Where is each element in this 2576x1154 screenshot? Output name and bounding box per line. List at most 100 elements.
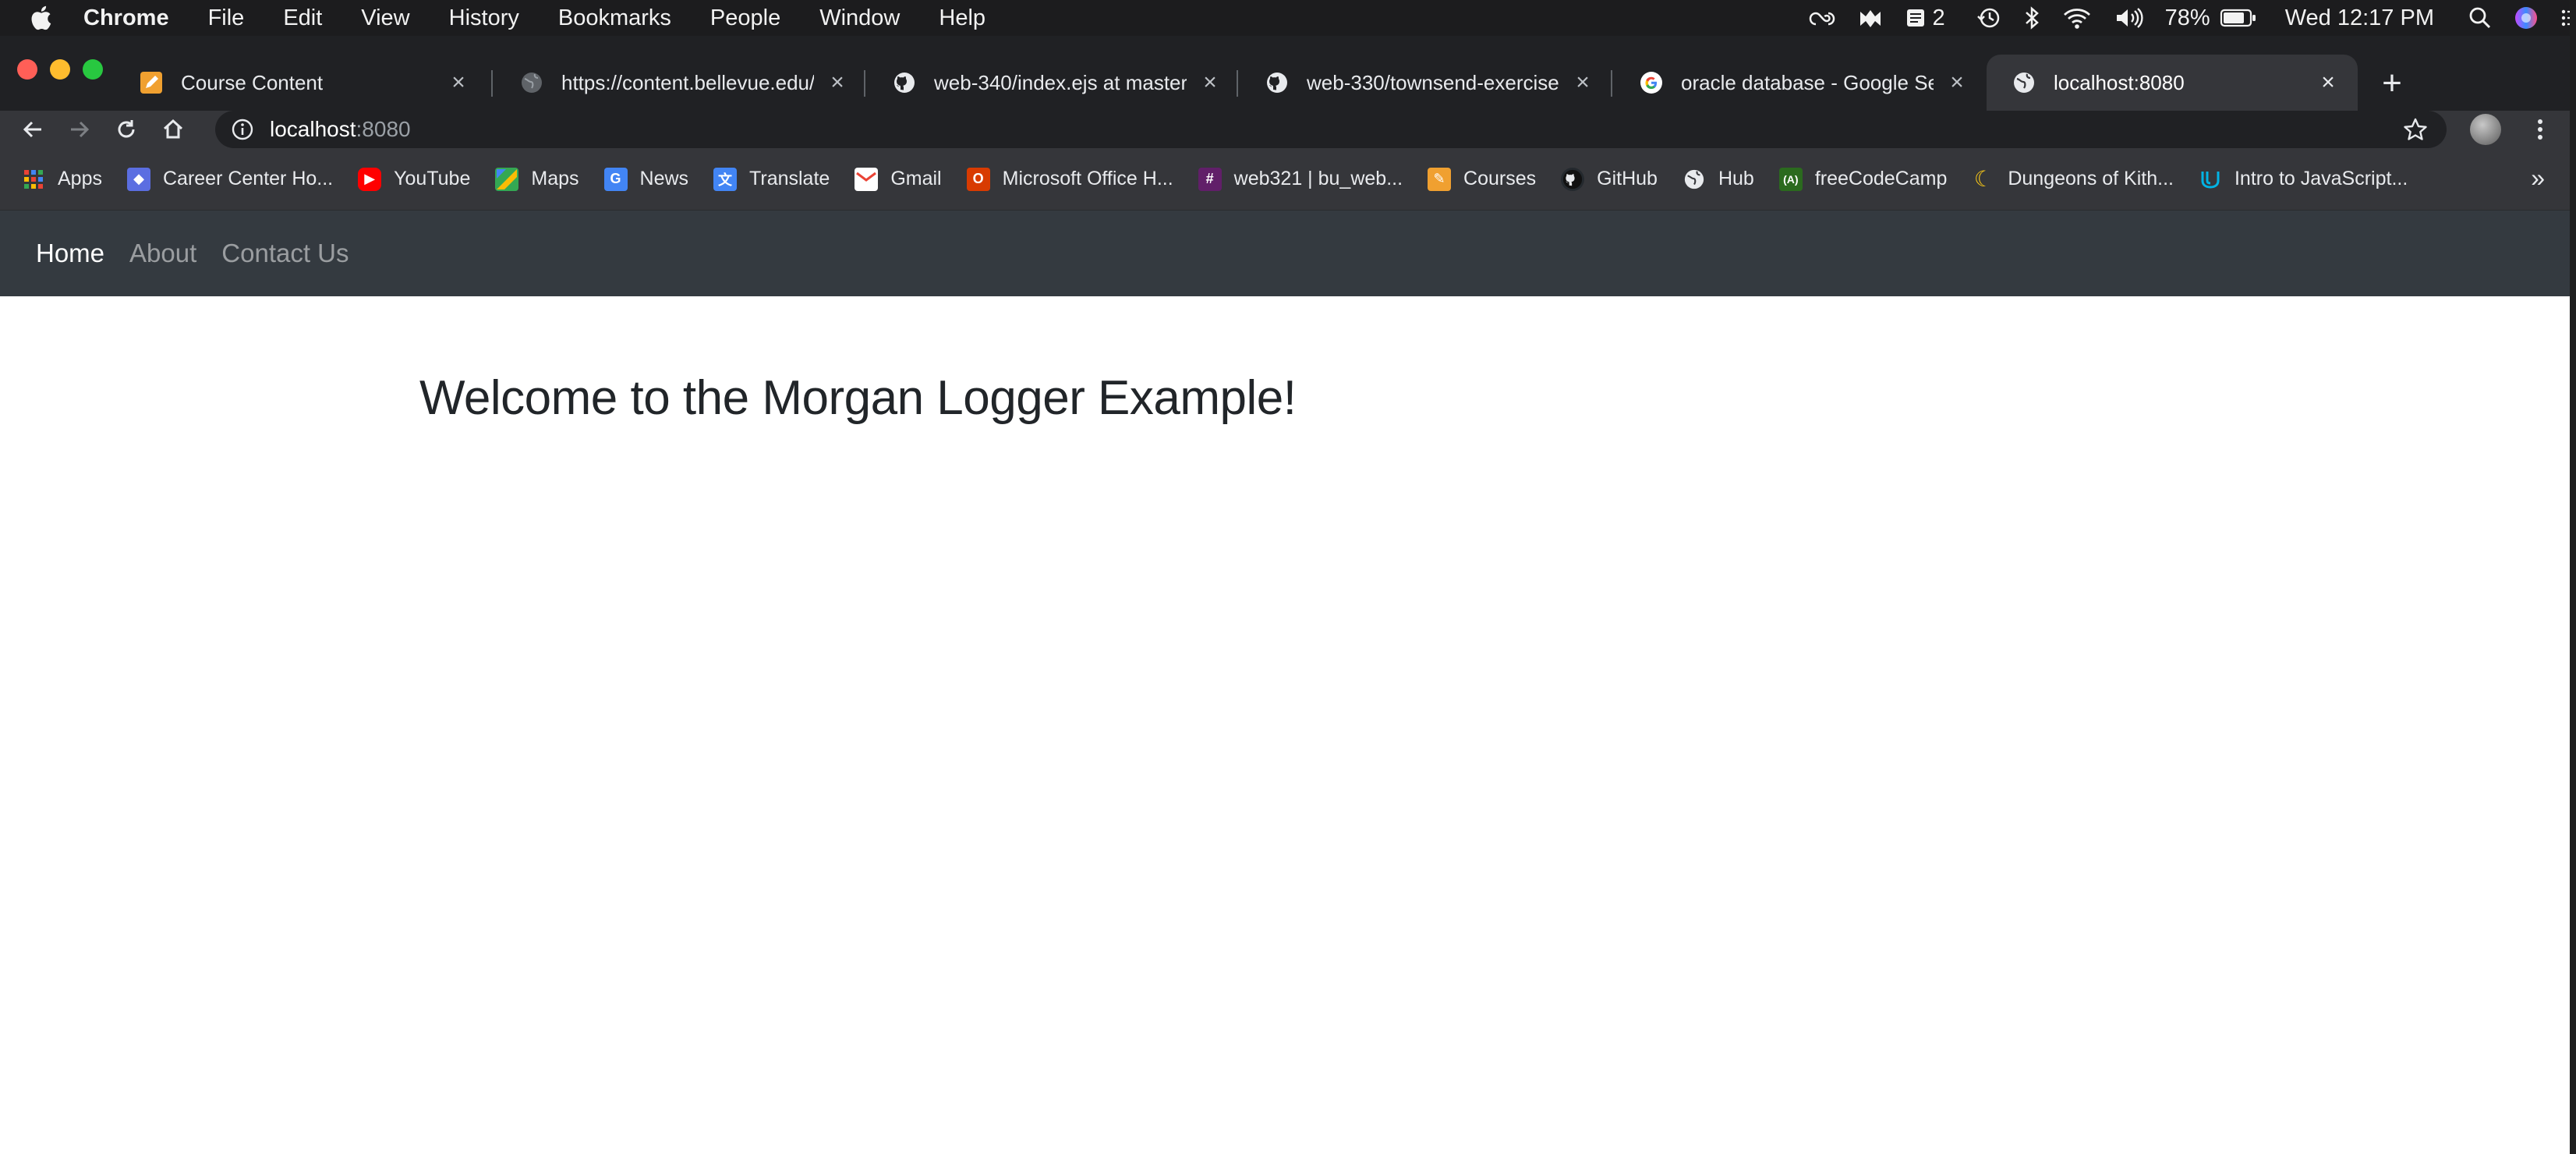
tab-title: Course Content: [181, 70, 324, 94]
back-button[interactable]: [9, 111, 56, 148]
bookmark-courses[interactable]: ✎ Courses: [1428, 167, 1537, 191]
bookmarks-overflow-button[interactable]: »: [2531, 164, 2545, 193]
bookmark-dungeons-of-kith[interactable]: ☾ Dungeons of Kith...: [1972, 167, 2174, 191]
web-page-viewport: Home About Contact Us Welcome to the Mor…: [0, 211, 2576, 1154]
site-info-icon[interactable]: [231, 118, 254, 141]
tab-course-content[interactable]: Course Content ×: [114, 55, 488, 111]
browser-tab-strip: Course Content × https://content.bellevu…: [0, 36, 2576, 111]
nav-link-home[interactable]: Home: [36, 239, 104, 268]
youtube-icon: ▶: [358, 167, 382, 191]
dungeons-icon: ☾: [1973, 167, 1994, 191]
bookmark-label: Microsoft Office H...: [1002, 168, 1173, 189]
new-tab-button[interactable]: +: [2378, 66, 2406, 101]
notes-badge-count: 2: [1932, 5, 1945, 30]
menu-app-chrome[interactable]: Chrome: [64, 0, 189, 36]
bookmark-intro-to-javascript[interactable]: Intro to JavaScript...: [2199, 168, 2408, 191]
reload-button[interactable]: [103, 111, 150, 148]
tab-title: web-340/index.ejs at master · c: [934, 70, 1187, 94]
address-bar[interactable]: localhost:8080: [215, 111, 2447, 148]
chrome-menu-icon[interactable]: [2526, 115, 2554, 143]
home-icon: [163, 119, 183, 139]
page-heading: Welcome to the Morgan Logger Example!: [419, 371, 1297, 425]
home-button[interactable]: [150, 111, 196, 148]
forward-button[interactable]: [56, 111, 103, 148]
notes-badge-icon[interactable]: 2: [1905, 5, 1955, 31]
tab-title: oracle database - Google Search: [1681, 70, 1934, 94]
url-port: :8080: [356, 117, 411, 141]
bookmark-maps[interactable]: Maps: [495, 167, 579, 191]
tab-bellevue-content[interactable]: https://content.bellevue.edu/cst ×: [494, 55, 867, 111]
bookmark-microsoft-office[interactable]: O Microsoft Office H...: [966, 167, 1173, 191]
bookmark-career-center[interactable]: ◆ Career Center Ho...: [126, 167, 333, 191]
menu-window[interactable]: Window: [800, 0, 919, 36]
battery-icon[interactable]: [2220, 8, 2257, 28]
battery-percentage: 78%: [2164, 5, 2210, 30]
bookmark-star-icon[interactable]: [2403, 117, 2428, 142]
minimize-window-button[interactable]: [50, 59, 70, 80]
menu-edit[interactable]: Edit: [264, 0, 341, 36]
bookmark-news[interactable]: G News: [603, 167, 688, 191]
bookmark-youtube[interactable]: ▶ YouTube: [358, 167, 471, 191]
bookmark-label: web321 | bu_web...: [1233, 168, 1403, 189]
menu-history[interactable]: History: [430, 0, 539, 36]
bookmark-github[interactable]: GitHub: [1561, 167, 1658, 191]
close-icon[interactable]: ×: [448, 71, 469, 94]
wifi-icon[interactable]: [2062, 6, 2092, 30]
gmail-icon: [855, 167, 879, 191]
bookmark-label: GitHub: [1597, 168, 1658, 189]
maps-icon: [495, 167, 519, 191]
back-arrow-icon: [23, 121, 41, 138]
bookmark-label: YouTube: [394, 168, 471, 189]
close-icon[interactable]: ×: [1946, 71, 1968, 94]
volume-icon[interactable]: [2114, 6, 2145, 30]
menu-file[interactable]: File: [189, 0, 264, 36]
close-icon[interactable]: ×: [1199, 71, 1221, 94]
tab-web-330-townsend[interactable]: web-330/townsend-exercise-3 ×: [1240, 55, 1612, 111]
close-icon[interactable]: ×: [826, 71, 848, 94]
menu-view[interactable]: View: [341, 0, 429, 36]
translate-icon: 文: [713, 167, 738, 191]
tab-localhost-active[interactable]: localhost:8080 ×: [1987, 55, 2358, 111]
bookmarks-bar: Apps ◆ Career Center Ho... ▶ YouTube Map…: [0, 148, 2576, 211]
bluetooth-icon[interactable]: [2023, 5, 2040, 30]
close-window-button[interactable]: [17, 59, 37, 80]
github-icon: [1265, 70, 1290, 95]
bookmark-freecodecamp[interactable]: (A) freeCodeCamp: [1778, 167, 1947, 191]
close-icon[interactable]: ×: [2317, 71, 2339, 94]
menu-help[interactable]: Help: [919, 0, 1005, 36]
bookmark-label: Maps: [531, 168, 579, 189]
udacity-icon: [2199, 168, 2222, 191]
tab-separator: [1237, 70, 1238, 97]
time-machine-icon[interactable]: [1976, 5, 2001, 30]
tab-oracle-google-search[interactable]: oracle database - Google Search ×: [1614, 55, 1987, 111]
bookmark-web321-slack[interactable]: # web321 | bu_web...: [1198, 167, 1403, 191]
siri-icon[interactable]: [2514, 5, 2539, 30]
menu-bookmarks[interactable]: Bookmarks: [539, 0, 691, 36]
tab-web-340-index[interactable]: web-340/index.ejs at master · c ×: [867, 55, 1240, 111]
apple-menu-icon[interactable]: [17, 5, 64, 31]
bookmark-label: Gmail: [890, 168, 942, 189]
spotlight-search-icon[interactable]: [2468, 6, 2492, 30]
pencil-icon: [139, 70, 164, 95]
reload-icon: [118, 120, 135, 138]
profile-avatar[interactable]: [2470, 114, 2501, 145]
window-controls: [17, 59, 103, 80]
apps-grid-icon: [22, 168, 45, 191]
bookmark-label: Courses: [1463, 168, 1537, 189]
macos-menu-bar: Chrome File Edit View History Bookmarks …: [0, 0, 2576, 36]
close-icon[interactable]: ×: [1572, 71, 1594, 94]
menu-bar-status-area: 2 78% Wed 12:17 PM: [1797, 0, 2576, 36]
maximize-window-button[interactable]: [83, 59, 103, 80]
forward-arrow-icon: [71, 121, 90, 138]
bookmark-gmail[interactable]: Gmail: [855, 167, 942, 191]
nav-link-contact-us[interactable]: Contact Us: [221, 239, 349, 268]
menu-people[interactable]: People: [691, 0, 800, 36]
malwarebytes-icon[interactable]: [1858, 7, 1883, 29]
menu-bar-clock[interactable]: Wed 12:17 PM: [2285, 5, 2434, 31]
bookmark-apps[interactable]: Apps: [22, 168, 102, 191]
bookmark-translate[interactable]: 文 Translate: [713, 167, 830, 191]
google-icon: [1639, 70, 1664, 95]
creative-cloud-icon[interactable]: [1808, 7, 1836, 29]
bookmark-hub[interactable]: Hub: [1683, 168, 1754, 191]
nav-link-about[interactable]: About: [129, 239, 196, 268]
